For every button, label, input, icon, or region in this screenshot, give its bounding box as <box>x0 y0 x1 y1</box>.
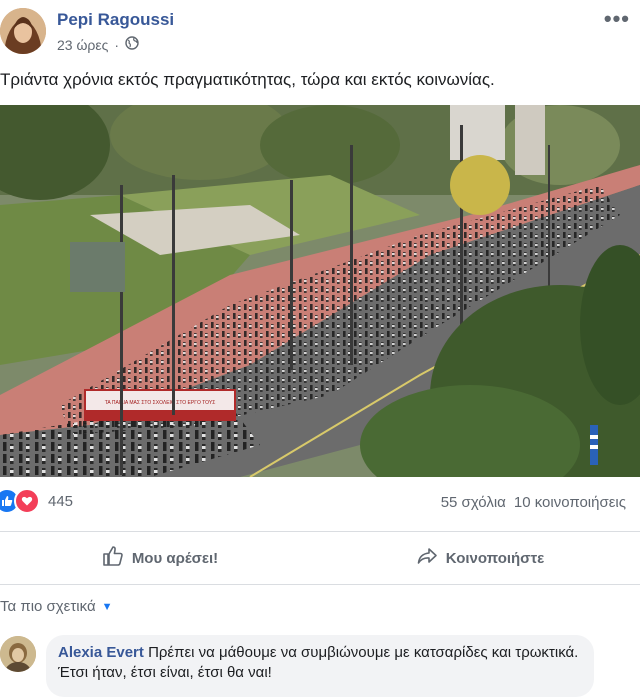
share-arrow-icon <box>416 545 438 571</box>
comment-bubble: Alexia Evert Πρέπει να μάθουμε να συμβιώ… <box>46 635 594 697</box>
globe-icon <box>125 36 139 53</box>
post-actions: Μου αρέσει! Κοινοποιήστε <box>0 535 640 581</box>
chevron-down-icon: ▼ <box>101 600 113 613</box>
thumbs-up-icon <box>102 545 124 571</box>
author-name[interactable]: Pepi Ragoussi <box>57 10 174 30</box>
reactions-count: 445 <box>48 492 74 510</box>
share-button[interactable]: Κοινοποιήστε <box>320 535 640 581</box>
engagement-counts: 55 σχόλια 10 κοινοποιήσεις <box>441 494 626 511</box>
meta-separator: · <box>114 36 120 53</box>
post-meta: 23 ώρες · <box>57 36 139 53</box>
reactions-summary[interactable]: 445 <box>0 488 73 514</box>
shares-count[interactable]: 10 κοινοποιήσεις <box>514 494 626 511</box>
divider-top <box>0 531 640 532</box>
comment-sort-label: Τα πιο σχετικά <box>0 598 96 615</box>
post-header: Pepi Ragoussi 23 ώρες · ••• <box>0 0 640 62</box>
commenter-avatar[interactable] <box>0 636 36 672</box>
share-button-label: Κοινοποιήστε <box>445 549 545 567</box>
comments-count[interactable]: 55 σχόλια <box>441 494 506 511</box>
more-options-icon[interactable]: ••• <box>604 6 630 32</box>
commenter-name[interactable]: Alexia Evert <box>58 644 144 661</box>
like-button[interactable]: Μου αρέσει! <box>0 535 320 581</box>
divider-bottom <box>0 584 640 585</box>
comment-sort-dropdown[interactable]: Τα πιο σχετικά ▼ <box>0 598 113 615</box>
post-text: Τριάντα χρόνια εκτός πραγματικότητας, τώ… <box>0 70 495 89</box>
like-button-label: Μου αρέσει! <box>131 549 219 567</box>
post-time[interactable]: 23 ώρες <box>57 37 108 53</box>
author-avatar[interactable] <box>0 8 46 54</box>
post-photo[interactable]: ΤΑ ΠΑΙΔΙΑ ΜΑΣ ΣΤΟ ΣΧΟΛΕΙΟ ΣΤΟ ΕΡΓΟ ΤΟΥΣ <box>0 105 640 477</box>
love-reaction-icon <box>14 488 40 514</box>
